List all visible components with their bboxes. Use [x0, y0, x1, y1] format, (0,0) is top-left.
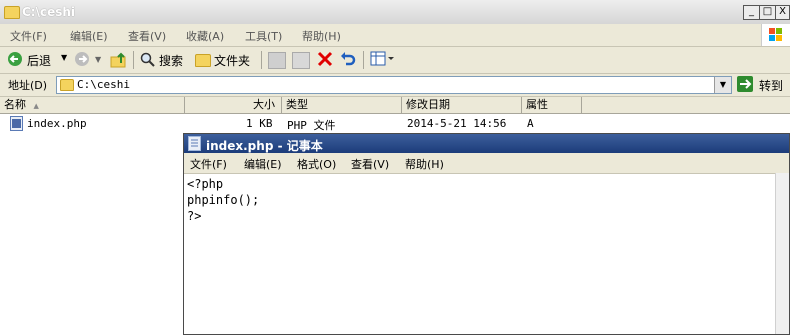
php-file-icon — [10, 116, 23, 131]
file-modified: 2014-5-21 14:56 — [407, 117, 507, 130]
views-button[interactable] — [370, 51, 394, 70]
minimize-button[interactable]: _ — [743, 5, 760, 20]
explorer-menubar: 文件(F) 编辑(E) 查看(V) 收藏(A) 工具(T) 帮助(H) — [0, 24, 790, 47]
notepad-icon — [188, 136, 201, 151]
forward-dropdown-icon[interactable]: ▼ — [95, 55, 101, 64]
menu-tools[interactable]: 工具(T) — [245, 28, 282, 44]
views-icon — [370, 51, 394, 66]
column-name-label: 名称 — [4, 98, 26, 111]
search-label: 搜索 — [159, 54, 184, 68]
sort-ascending-icon: ▲ — [33, 102, 39, 110]
notepad-text-area[interactable]: <?php phpinfo(); ?> — [187, 176, 785, 326]
file-size: 1 KB — [246, 117, 273, 130]
folder-icon — [4, 6, 20, 19]
address-label: 地址(D) — [8, 79, 48, 92]
address-value: C:\ceshi — [77, 78, 130, 91]
go-label: 转到 — [759, 79, 784, 93]
windows-logo-icon — [761, 24, 790, 46]
notepad-title: index.php - 记事本 — [206, 139, 323, 153]
notepad-menubar: 文件(F) 编辑(E) 格式(O) 查看(V) 帮助(H) — [184, 153, 789, 174]
menu-file[interactable]: 文件(F) — [10, 28, 47, 44]
address-bar: 地址(D) C:\ceshi ▼ 转到 — [0, 74, 790, 97]
menu-edit[interactable]: 编辑(E) — [70, 28, 108, 44]
notepad-menu-help[interactable]: 帮助(H) — [405, 156, 444, 172]
folders-button[interactable]: 文件夹 — [193, 49, 255, 70]
undo-icon[interactable] — [340, 51, 356, 67]
notepad-titlebar[interactable]: index.php - 记事本 — [184, 134, 789, 153]
address-input[interactable]: C:\ceshi ▼ — [56, 76, 732, 94]
column-attributes[interactable]: 属性 — [522, 97, 582, 113]
menu-view[interactable]: 查看(V) — [128, 28, 166, 44]
toolbar-separator — [133, 51, 134, 69]
column-modified[interactable]: 修改日期 — [402, 97, 522, 113]
folders-label: 文件夹 — [214, 54, 251, 68]
notepad-menu-file[interactable]: 文件(F) — [190, 156, 227, 172]
back-label: 后退 — [27, 54, 52, 68]
toolbar-separator — [261, 51, 262, 69]
go-arrow-icon — [737, 76, 753, 92]
file-type: PHP 文件 — [287, 119, 336, 132]
notepad-menu-view[interactable]: 查看(V) — [351, 156, 389, 172]
file-row[interactable]: index.php — [8, 116, 183, 131]
move-to-icon[interactable] — [268, 52, 286, 69]
search-button[interactable]: 搜索 — [138, 49, 190, 70]
column-header: 名称 ▲ 大小 类型 修改日期 属性 — [0, 97, 790, 114]
back-dropdown-icon[interactable]: ▼ — [61, 53, 67, 62]
toolbar-separator — [363, 51, 364, 69]
file-attributes: A — [527, 117, 534, 130]
close-button[interactable]: X — [775, 5, 790, 20]
copy-to-icon[interactable] — [292, 52, 310, 69]
menu-help[interactable]: 帮助(H) — [302, 28, 341, 44]
notepad-window[interactable]: index.php - 记事本 文件(F) 编辑(E) 格式(O) 查看(V) … — [183, 133, 790, 335]
explorer-toolbar: 后退 ▼ ▼ 搜索 文件夹 — [0, 47, 790, 74]
notepad-menu-format[interactable]: 格式(O) — [297, 156, 336, 172]
file-name: index.php — [27, 117, 87, 130]
column-type[interactable]: 类型 — [282, 97, 402, 113]
address-folder-icon — [60, 79, 74, 91]
maximize-button[interactable]: □ — [759, 5, 776, 20]
folders-icon — [195, 54, 211, 67]
explorer-title: C:\ceshi — [22, 5, 76, 19]
back-arrow-icon — [8, 52, 22, 66]
notepad-scrollbar[interactable] — [775, 173, 789, 334]
forward-arrow-icon — [75, 52, 89, 66]
column-name[interactable]: 名称 ▲ — [0, 97, 185, 113]
explorer-titlebar[interactable]: C:\ceshi _ □ X — [0, 0, 790, 25]
menu-favorites[interactable]: 收藏(A) — [186, 28, 224, 44]
back-button[interactable]: 后退 ▼ — [3, 49, 75, 70]
forward-button[interactable] — [74, 51, 90, 70]
up-folder-icon — [110, 52, 126, 68]
up-folder-button[interactable] — [110, 51, 128, 72]
go-button[interactable]: 转到 — [737, 76, 785, 93]
address-dropdown-icon[interactable]: ▼ — [714, 77, 731, 93]
delete-icon[interactable] — [317, 51, 333, 67]
search-icon — [140, 52, 155, 67]
notepad-menu-edit[interactable]: 编辑(E) — [244, 156, 282, 172]
column-size[interactable]: 大小 — [185, 97, 282, 113]
